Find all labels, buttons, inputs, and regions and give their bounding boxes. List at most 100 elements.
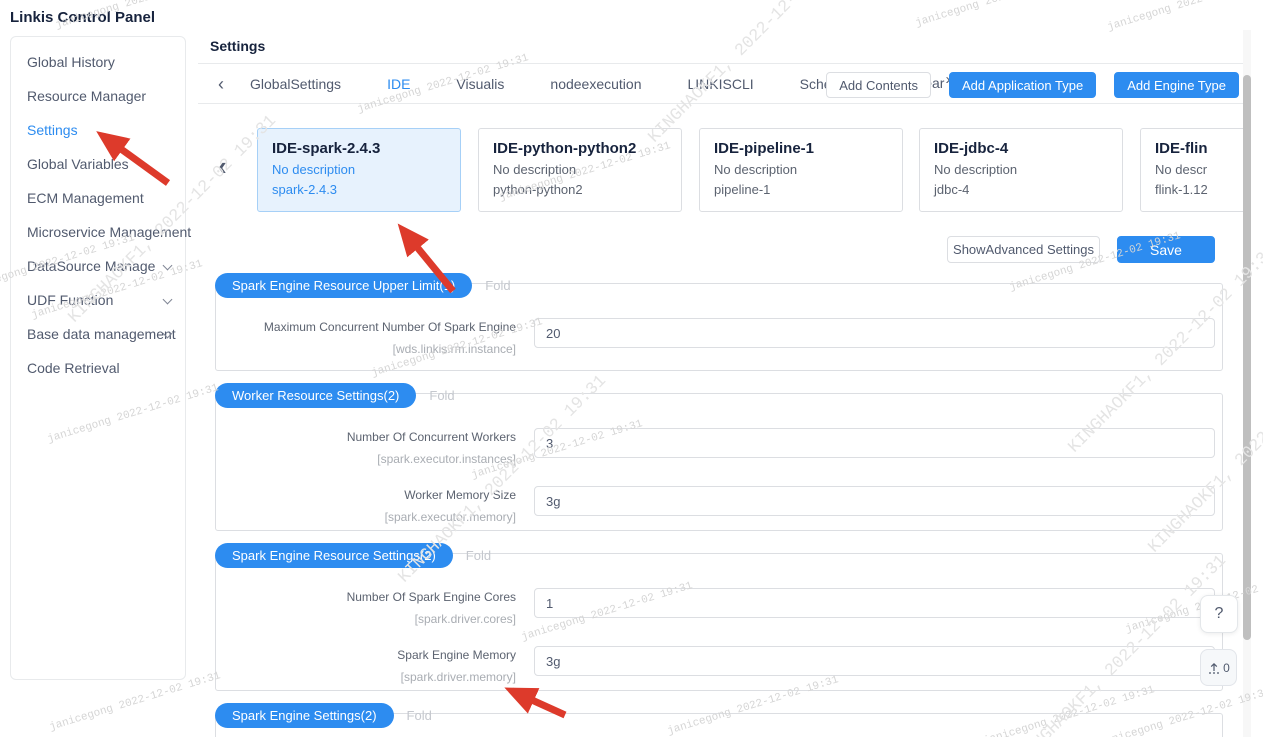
sidebar-item-label: Microservice Management (27, 224, 191, 240)
fold-toggle[interactable]: Fold (485, 278, 510, 293)
question-mark-icon: ? (1215, 605, 1224, 623)
add-engine-type-button[interactable]: Add Engine Type (1114, 72, 1239, 98)
card-version: jdbc-4 (934, 182, 1108, 197)
section-title-pill: Spark Engine Resource Upper Limit(1) (215, 273, 472, 298)
page-title-row: Settings (198, 30, 1243, 64)
sidebar-item-settings[interactable]: Settings (11, 113, 185, 147)
sidebar-item-microservice-management[interactable]: Microservice Management (11, 215, 185, 249)
card-description: No description (714, 162, 888, 177)
field-key: [wds.linkis.rm.instance] (216, 342, 516, 356)
field-key: [spark.driver.memory] (216, 670, 516, 684)
field-key: [spark.executor.memory] (216, 510, 516, 524)
card-description: No description (934, 162, 1108, 177)
card-description: No description (493, 162, 667, 177)
sidebar-item-resource-manager[interactable]: Resource Manager (11, 79, 185, 113)
sidebar-item-base-data-management[interactable]: Base data management (11, 317, 185, 351)
field-label: Worker Memory Size [spark.executor.memor… (216, 486, 516, 524)
sidebar-item-datasource-manage[interactable]: DataSource Manage (11, 249, 185, 283)
sidebar-item-ecm-management[interactable]: ECM Management (11, 181, 185, 215)
tab-nodeexecution[interactable]: nodeexecution (550, 76, 641, 92)
scrollbar-track (1243, 30, 1251, 737)
field-label-text: Number Of Concurrent Workers (216, 430, 516, 444)
upload-counter-button[interactable]: 0 (1200, 649, 1237, 686)
scrollbar-thumb[interactable] (1243, 75, 1251, 640)
tab-globalsettings[interactable]: GlobalSettings (250, 76, 341, 92)
field-label-text: Worker Memory Size (216, 488, 516, 502)
engine-card-ide-flink[interactable]: IDE-flin No descr flink-1.12 (1140, 128, 1243, 212)
section-worker-resource-settings: Worker Resource Settings(2) Fold Number … (215, 393, 1223, 531)
field-row: Number Of Spark Engine Cores [spark.driv… (216, 588, 1222, 626)
sidebar: Global History Resource Manager Settings… (10, 36, 186, 680)
app-title: Linkis Control Panel (10, 9, 155, 26)
spark-driver-cores-input[interactable] (534, 588, 1215, 618)
field-row: Maximum Concurrent Number Of Spark Engin… (216, 318, 1222, 356)
field-label-text: Number Of Spark Engine Cores (216, 590, 516, 604)
tab-linkiscli[interactable]: LINKISCLI (687, 76, 753, 92)
card-version: python-python2 (493, 182, 667, 197)
sidebar-item-code-retrieval[interactable]: Code Retrieval (11, 351, 185, 385)
sidebar-item-global-variables[interactable]: Global Variables (11, 147, 185, 181)
fold-toggle[interactable]: Fold (466, 548, 491, 563)
linkis-control-panel-screen: janicegong 2022-12-02 19:31 janicegong 2… (0, 0, 1263, 737)
engine-card-ide-jdbc[interactable]: IDE-jdbc-4 No description jdbc-4 (919, 128, 1123, 212)
card-version: pipeline-1 (714, 182, 888, 197)
field-label-text: Spark Engine Memory (216, 648, 516, 662)
help-button[interactable]: ? (1200, 595, 1238, 633)
field-label: Number Of Spark Engine Cores [spark.driv… (216, 588, 516, 626)
spark-executor-memory-input[interactable] (534, 486, 1215, 516)
add-contents-button[interactable]: Add Contents (826, 72, 931, 98)
section-title-pill: Spark Engine Settings(2) (215, 703, 394, 728)
counter-value: 0 (1223, 661, 1230, 675)
card-version: flink-1.12 (1155, 182, 1243, 197)
sidebar-item-udf-function[interactable]: UDF Function (11, 283, 185, 317)
card-description: No description (272, 162, 446, 177)
section-title-pill: Spark Engine Resource Settings(2) (215, 543, 453, 568)
show-advanced-settings-button[interactable]: ShowAdvanced Settings (947, 236, 1100, 263)
spark-executor-instances-input[interactable] (534, 428, 1215, 458)
card-description: No descr (1155, 162, 1243, 177)
engine-card-ide-spark[interactable]: IDE-spark-2.4.3 No description spark-2.4… (257, 128, 461, 212)
card-title: IDE-spark-2.4.3 (272, 140, 446, 157)
field-label-text: Maximum Concurrent Number Of Spark Engin… (216, 320, 516, 334)
watermark: janicegong 2022-12-02 19:31 (1106, 0, 1263, 34)
card-title: IDE-pipeline-1 (714, 140, 888, 157)
watermark: janicegong 2022-12-02 19:31 (914, 0, 1088, 30)
section-spark-engine-resource-settings: Spark Engine Resource Settings(2) Fold N… (215, 553, 1223, 691)
sidebar-item-label: Base data management (27, 326, 176, 342)
tab-visualis[interactable]: Visualis (456, 76, 504, 92)
field-key: [spark.driver.cores] (216, 612, 516, 626)
card-title: IDE-jdbc-4 (934, 140, 1108, 157)
card-title: IDE-python-python2 (493, 140, 667, 157)
section-title-pill: Worker Resource Settings(2) (215, 383, 416, 408)
sidebar-item-label: UDF Function (27, 292, 113, 308)
carousel-prev-chevron-icon[interactable]: ‹ (218, 153, 227, 179)
engine-card-ide-python[interactable]: IDE-python-python2 No description python… (478, 128, 682, 212)
sidebar-item-label: Global Variables (27, 156, 129, 172)
card-title: IDE-flin (1155, 140, 1243, 157)
fold-toggle[interactable]: Fold (407, 708, 432, 723)
main-panel: Settings ‹ GlobalSettings IDE Visualis n… (198, 30, 1243, 737)
tabs-prev-chevron-icon[interactable]: ‹ (218, 75, 224, 93)
section-spark-engine-resource-upper-limit: Spark Engine Resource Upper Limit(1) Fol… (215, 283, 1223, 371)
field-label: Spark Engine Memory [spark.driver.memory… (216, 646, 516, 684)
engine-card-ide-pipeline[interactable]: IDE-pipeline-1 No description pipeline-1 (699, 128, 903, 212)
spark-driver-memory-input[interactable] (534, 646, 1215, 676)
sidebar-item-label: Resource Manager (27, 88, 146, 104)
tab-ide[interactable]: IDE (387, 76, 410, 92)
chevron-down-icon (163, 295, 173, 305)
add-application-type-button[interactable]: Add Application Type (949, 72, 1096, 98)
wds-linkis-rm-instance-input[interactable] (534, 318, 1215, 348)
sidebar-item-label: DataSource Manage (27, 258, 155, 274)
sidebar-item-label: Global History (27, 54, 115, 70)
field-key: [spark.executor.instances] (216, 452, 516, 466)
card-version: spark-2.4.3 (272, 182, 446, 197)
upload-icon (1207, 661, 1221, 675)
field-row: Number Of Concurrent Workers [spark.exec… (216, 428, 1222, 466)
settings-sections: Spark Engine Resource Upper Limit(1) Fol… (215, 283, 1223, 737)
sidebar-item-label: Code Retrieval (27, 360, 120, 376)
sidebar-item-global-history[interactable]: Global History (11, 45, 185, 79)
section-spark-engine-settings: Spark Engine Settings(2) Fold (215, 713, 1223, 737)
page-title: Settings (210, 38, 265, 54)
save-button[interactable]: Save (1117, 236, 1215, 263)
fold-toggle[interactable]: Fold (429, 388, 454, 403)
